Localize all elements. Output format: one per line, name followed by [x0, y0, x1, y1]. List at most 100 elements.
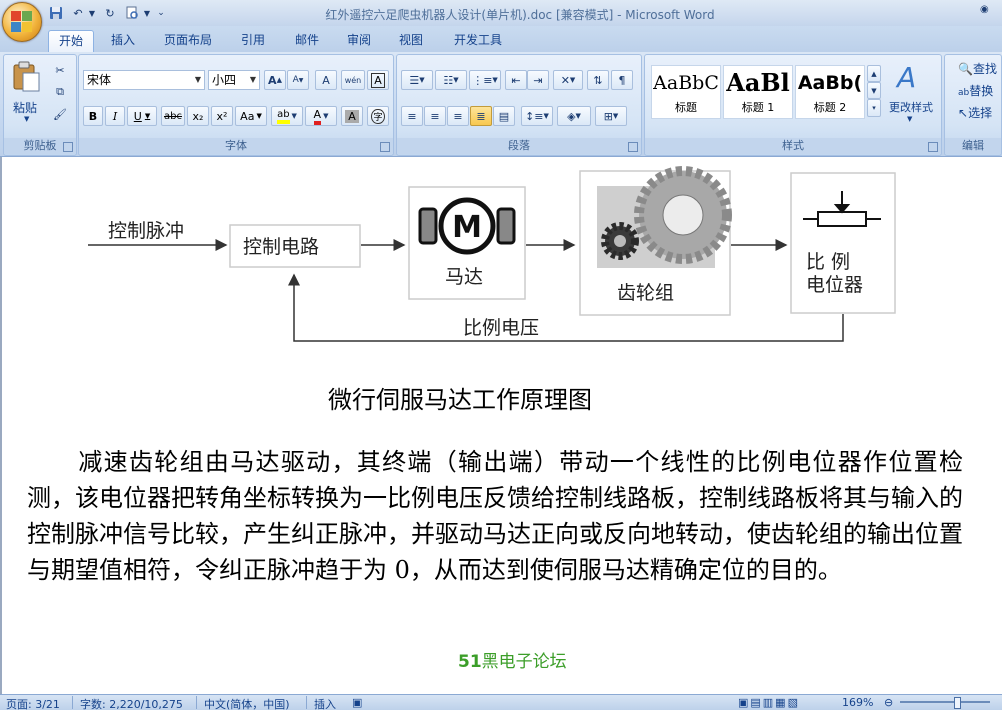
chevron-down-icon: ▼	[575, 112, 581, 120]
superscript-button[interactable]: x²	[211, 106, 233, 126]
copy-button[interactable]: ⧉	[50, 83, 70, 101]
tab-insert[interactable]: 插入	[102, 30, 144, 52]
customize-icon[interactable]: ⌄	[155, 5, 167, 21]
view-buttons[interactable]: ▣▤▥▦▧	[738, 696, 800, 709]
binoculars-icon: 🔍	[958, 62, 973, 76]
zoom-slider[interactable]	[900, 701, 990, 703]
justify-button[interactable]: ≣	[470, 106, 492, 126]
multilevel-list-button[interactable]: ⋮≡ ▼	[469, 70, 501, 90]
redo-icon[interactable]: ↻	[102, 5, 118, 21]
change-case-button[interactable]: Aa ▼	[235, 106, 267, 126]
sort-button[interactable]: ⇅	[587, 70, 609, 90]
chevron-down-icon: ▼	[907, 115, 913, 123]
font-color-button[interactable]: A ▼	[305, 106, 337, 126]
dialog-launcher-icon[interactable]	[63, 142, 73, 152]
tab-mailings[interactable]: 邮件	[286, 30, 328, 52]
clear-format-button[interactable]: A	[315, 70, 337, 90]
underline-button[interactable]: U ▼	[127, 106, 157, 126]
tab-home[interactable]: 开始	[48, 30, 94, 53]
style-title[interactable]: AaBbC 标题	[651, 65, 721, 119]
enclose-char-button[interactable]: 字	[367, 106, 389, 126]
styles-group: AaBbC 标题 AaBl 标题 1 AaBb( 标题 2 ▲ ▼ ▾ A 更改…	[644, 54, 942, 156]
zoom-slider-thumb[interactable]	[954, 697, 961, 709]
bullets-button[interactable]: ☰ ▼	[401, 70, 433, 90]
tab-references[interactable]: 引用	[232, 30, 274, 52]
styles-scroll-down[interactable]: ▼	[867, 82, 881, 99]
cut-button[interactable]: ✂	[50, 61, 70, 79]
undo-icon[interactable]: ↶	[70, 5, 86, 21]
shading-button[interactable]: ◈ ▼	[557, 106, 591, 126]
grow-font-button[interactable]: A ▲	[264, 70, 286, 90]
shrink-font-button[interactable]: A ▼	[287, 70, 309, 90]
chevron-down-icon: ▼	[453, 76, 459, 84]
chevron-down-icon: ▼	[569, 76, 576, 84]
chevron-down-icon: ▼	[194, 75, 201, 84]
change-styles-label: 更改样式	[889, 101, 933, 114]
select-button[interactable]: ↖选择	[958, 104, 992, 121]
line-spacing-button[interactable]: ↕≡ ▼	[521, 106, 553, 126]
status-insert-mode[interactable]: 插入	[314, 696, 336, 712]
status-language[interactable]: 中文(简体，中国)	[204, 696, 290, 712]
style-heading-1[interactable]: AaBl 标题 1	[723, 65, 793, 119]
find-button[interactable]: 🔍查找	[958, 60, 997, 77]
align-right-button[interactable]: ≡	[447, 106, 469, 126]
watermark: 51黑电子论坛	[458, 647, 567, 672]
diagram-label-gears: 齿轮组	[617, 282, 674, 304]
font-group-label: 字体	[79, 138, 393, 154]
char-border-button[interactable]: A	[367, 70, 389, 90]
styles-scroll-up[interactable]: ▲	[867, 65, 881, 82]
watermark-number: 51	[458, 652, 482, 672]
chinese-layout-button[interactable]: ✕ ▼	[553, 70, 583, 90]
italic-button[interactable]: I	[105, 106, 125, 126]
format-painter-button[interactable]: 🖌	[50, 105, 70, 123]
paste-label: 粘贴	[13, 101, 38, 115]
distributed-button[interactable]: ▤	[493, 106, 515, 126]
paste-button[interactable]: 粘贴 ▼	[8, 59, 44, 123]
distributed-icon: ▤	[498, 109, 510, 123]
decrease-indent-button[interactable]: ⇤	[505, 70, 527, 90]
tab-review[interactable]: 审阅	[338, 30, 380, 52]
bold-button[interactable]: B	[83, 106, 103, 126]
tab-developer[interactable]: 开发工具	[446, 30, 510, 52]
tab-view[interactable]: 视图	[390, 30, 432, 52]
increase-indent-button[interactable]: ⇥	[527, 70, 549, 90]
numbering-button[interactable]: ☷ ▼	[435, 70, 467, 90]
char-shading-button[interactable]: A	[341, 106, 363, 126]
change-styles-button[interactable]: A 更改样式 ▼	[885, 59, 937, 127]
office-button[interactable]	[2, 2, 42, 42]
highlight-button[interactable]: ab ▼	[271, 106, 303, 126]
print-preview-icon[interactable]	[124, 5, 140, 21]
chevron-down-icon[interactable]: ▼	[142, 5, 152, 21]
status-page[interactable]: 页面: 3/21	[6, 696, 60, 712]
zoom-level[interactable]: 169%	[842, 696, 873, 709]
align-center-button[interactable]: ≡	[424, 106, 446, 126]
status-word-count[interactable]: 字数: 2,220/10,275	[80, 696, 183, 712]
font-size-value: 小四	[212, 73, 237, 87]
save-icon[interactable]	[48, 5, 64, 21]
styles-more[interactable]: ▾	[867, 99, 881, 117]
align-right-icon: ≡	[453, 109, 463, 123]
help-icon[interactable]: ◉	[980, 4, 989, 15]
tab-page-layout[interactable]: 页面布局	[156, 30, 220, 52]
replace-label: 替换	[969, 84, 994, 98]
subscript-button[interactable]: x₂	[187, 106, 209, 126]
title-bar: ↶ ▼ ↻ ▼ ⌄ 红外遥控六足爬虫机器人设计(单片机).doc [兼容模式] …	[0, 0, 1002, 26]
font-name-combo[interactable]: 宋体 ▼	[83, 70, 205, 90]
font-size-combo[interactable]: 小四 ▼	[208, 70, 260, 90]
dialog-launcher-icon[interactable]	[380, 142, 390, 152]
replace-button[interactable]: ab替换	[958, 82, 993, 99]
strikethrough-button[interactable]: abc	[161, 106, 185, 126]
chevron-down-icon[interactable]: ▼	[88, 5, 96, 21]
zoom-out-icon[interactable]: ⊖	[884, 696, 893, 709]
border-icon: ⊞	[603, 109, 613, 123]
dialog-launcher-icon[interactable]	[928, 142, 938, 152]
borders-button[interactable]: ⊞ ▼	[595, 106, 627, 126]
document-area[interactable]: 控制脉冲 控制电路 M 马达 齿轮组 比 例 电位器 比例电压 微行伺服马达工作…	[0, 157, 1002, 694]
phonetic-guide-button[interactable]: wén	[341, 70, 365, 90]
macro-record-icon[interactable]: ▣	[352, 696, 362, 709]
show-marks-button[interactable]: ¶	[611, 70, 633, 90]
align-left-button[interactable]: ≡	[401, 106, 423, 126]
brush-icon: 🖌	[53, 107, 67, 121]
style-heading-2[interactable]: AaBb( 标题 2	[795, 65, 865, 119]
dialog-launcher-icon[interactable]	[628, 142, 638, 152]
